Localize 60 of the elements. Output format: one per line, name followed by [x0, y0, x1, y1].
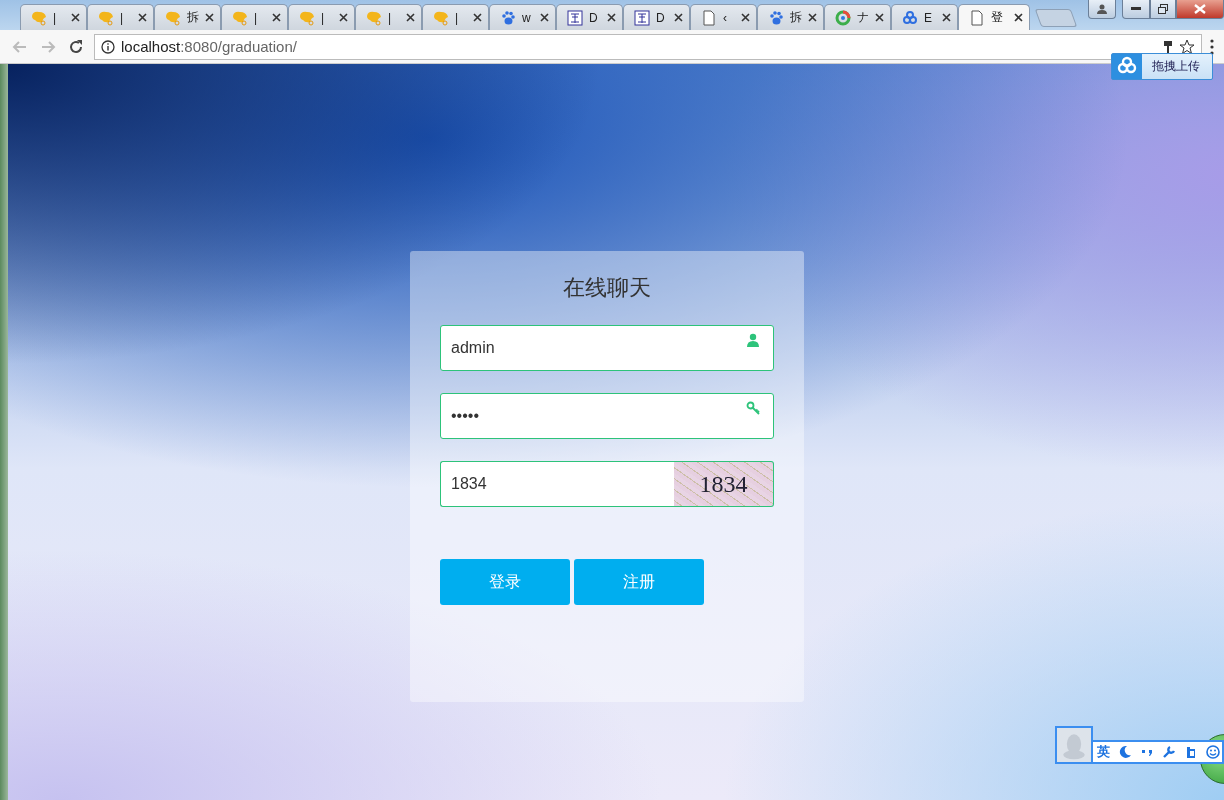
page-icon — [969, 9, 985, 26]
close-icon[interactable] — [607, 13, 616, 22]
clipboard-icon[interactable] — [1184, 745, 1198, 759]
user-icon[interactable] — [1088, 0, 1116, 19]
close-icon[interactable] — [875, 13, 884, 22]
smiley-icon[interactable] — [1206, 745, 1220, 759]
moon-icon[interactable] — [1118, 745, 1132, 759]
url-path: :8080/graduation/ — [180, 38, 297, 55]
close-icon[interactable] — [741, 13, 750, 22]
close-icon[interactable] — [272, 13, 281, 22]
login-title: 在线聊天 — [563, 274, 651, 302]
close-icon[interactable] — [339, 13, 348, 22]
key-icon — [746, 401, 760, 415]
close-icon[interactable] — [942, 13, 951, 22]
menu-icon[interactable] — [1210, 38, 1214, 55]
close-icon[interactable] — [674, 13, 683, 22]
browser-tab[interactable]: | — [221, 4, 288, 30]
page-icon — [701, 9, 717, 26]
pin-icon[interactable] — [1163, 39, 1173, 54]
user-icon — [746, 333, 760, 347]
book-icon — [567, 9, 583, 26]
browser-tab[interactable]: | — [355, 4, 422, 30]
star-icon[interactable] — [1179, 38, 1195, 55]
minimize-icon[interactable] — [1122, 0, 1150, 19]
browser-tab[interactable]: ‹ — [690, 4, 757, 30]
close-icon[interactable] — [540, 13, 549, 22]
close-icon[interactable] — [205, 13, 214, 22]
browser-tab[interactable]: 登 — [958, 4, 1030, 30]
info-icon[interactable] — [101, 39, 115, 54]
ime-mode[interactable]: 英 — [1097, 743, 1110, 761]
book-icon — [634, 9, 650, 26]
browser-tab[interactable]: | — [288, 4, 355, 30]
wrench-icon[interactable] — [1162, 745, 1176, 759]
browser-tab[interactable]: E — [891, 4, 958, 30]
close-icon[interactable] — [406, 13, 415, 22]
ring-icon — [835, 9, 851, 26]
browser-tab[interactable]: ナ — [824, 4, 891, 30]
browser-tab[interactable]: 拆 — [154, 4, 221, 30]
close-icon[interactable] — [1014, 13, 1023, 22]
upload-button[interactable]: 拖拽上传 — [1111, 53, 1213, 80]
cloud-icon — [902, 9, 918, 26]
close-icon[interactable] — [1176, 0, 1224, 19]
restore-icon[interactable] — [1150, 0, 1176, 19]
close-icon[interactable] — [808, 13, 817, 22]
browser-tab[interactable]: | — [20, 4, 87, 30]
close-icon[interactable] — [138, 13, 147, 22]
browser-tab[interactable]: 拆 — [757, 4, 824, 30]
browser-tab[interactable]: | — [87, 4, 154, 30]
input-field[interactable]: ••••• — [440, 393, 774, 439]
url-host: localhost — [121, 38, 181, 55]
address-bar[interactable]: localhost:8080/graduation/ — [94, 33, 1202, 60]
close-icon[interactable] — [71, 13, 80, 22]
browser-tab[interactable]: | — [422, 4, 489, 30]
browser-tab[interactable]: D — [556, 4, 623, 30]
paw-icon — [768, 9, 784, 26]
paw-icon — [500, 9, 516, 26]
browser-tab[interactable]: w — [489, 4, 556, 30]
input-field[interactable]: admin — [440, 325, 774, 371]
close-icon[interactable] — [473, 13, 482, 22]
browser-tab[interactable]: D — [623, 4, 690, 30]
